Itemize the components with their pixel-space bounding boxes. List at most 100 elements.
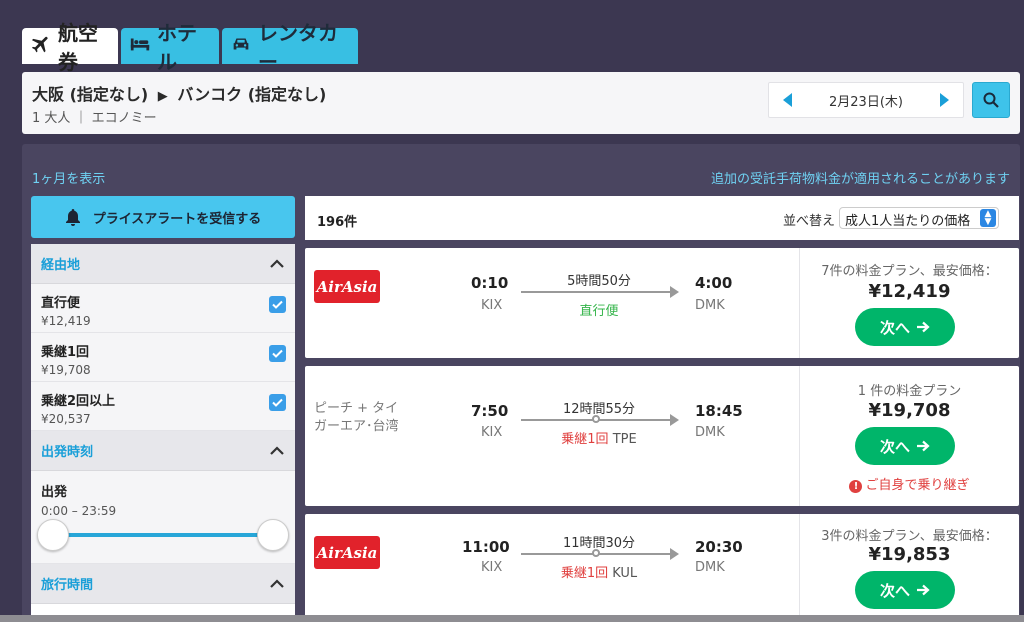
fare-plans: 3件の料金プラン、最安価格：	[821, 529, 998, 544]
result-card[interactable]: AirAsia 11:00 KIX 11時間30分 乗継1回 KUL 20:30…	[305, 514, 1019, 622]
arrival-airport: DMK	[695, 560, 725, 575]
arrival-time: 18:45	[695, 402, 743, 420]
route-title[interactable]: 大阪 (指定なし) ▶ バンコク (指定なし)	[32, 81, 326, 105]
caret-left-icon	[783, 93, 792, 107]
chevron-up-icon	[270, 258, 284, 268]
filter-one-stop-checkbox[interactable]	[269, 345, 286, 362]
next-button[interactable]: 次へ	[855, 308, 955, 346]
chevron-up-icon	[270, 578, 284, 588]
bell-icon	[65, 209, 80, 226]
tab-car-rental-label: レンタカー	[258, 21, 338, 74]
filter-one-stop-label: 乗継1回	[41, 345, 90, 360]
result-card[interactable]: AirAsia 0:10 KIX 5時間50分 直行便 4:00 DMK 7件の…	[305, 248, 1019, 358]
arrow-right-icon	[670, 286, 679, 298]
prev-date-button[interactable]	[769, 83, 805, 117]
filter-direct-label: 直行便	[41, 296, 81, 311]
next-button[interactable]: 次へ	[855, 427, 955, 465]
sort-value: 成人1人当たりの価格	[845, 214, 971, 229]
filter-direct-checkbox[interactable]	[269, 296, 286, 313]
next-label: 次へ	[879, 318, 910, 337]
filter-duration-header[interactable]: 旅行時間	[31, 564, 295, 604]
self-transfer-warning[interactable]: ! ご自身で乗り継ぎ	[800, 474, 1019, 493]
filter-sidebar: 経由地 直行便 ¥12,419 乗継1回 ¥19,708 乗継2回以上 ¥20,…	[31, 244, 295, 622]
airasia-logo: AirAsia	[314, 536, 380, 569]
baggage-fee-note[interactable]: 追加の受託手荷物料金が適用されることがあります	[711, 168, 1010, 187]
stops-info: 直行便	[524, 300, 674, 319]
date-value[interactable]: 2月23日(木)	[809, 91, 923, 110]
origin: 大阪 (指定なし)	[32, 85, 149, 104]
next-date-button[interactable]	[927, 83, 963, 117]
filter-duration-title: 旅行時間	[41, 578, 94, 593]
check-icon	[272, 300, 283, 309]
stop-airport: KUL	[612, 566, 638, 581]
window-bottom-edge	[0, 615, 1024, 622]
results-panel: 1ヶ月を表示 追加の受託手荷物料金が適用されることがあります プライスアラートを…	[22, 144, 1020, 622]
filter-stops-header[interactable]: 経由地	[31, 244, 295, 284]
bed-icon	[129, 33, 151, 60]
price: ¥12,419	[868, 281, 951, 302]
flight-duration: 11時間30分	[562, 536, 636, 551]
tab-flights[interactable]: 航空券	[22, 21, 118, 74]
route-arrow-icon: ▶	[157, 89, 168, 104]
arrival-time: 4:00	[695, 274, 733, 292]
stops-text: 乗継1回	[560, 566, 609, 581]
filter-two-plus-stops-label: 乗継2回以上	[41, 394, 116, 409]
top-bar: 航空券 ホテル レンタカー	[0, 0, 1024, 74]
departure-slider-start-handle[interactable]	[37, 519, 69, 551]
stops-text: 直行便	[579, 304, 619, 319]
passenger-class: 1 大人 ｜ エコノミー	[32, 111, 157, 126]
search-icon	[983, 92, 999, 108]
flight-duration: 12時間55分	[562, 402, 636, 417]
filter-one-stop[interactable]: 乗継1回 ¥19,708	[31, 333, 295, 382]
show-month-link[interactable]: 1ヶ月を表示	[32, 168, 105, 187]
filter-departure-header[interactable]: 出発時刻	[31, 431, 295, 471]
check-icon	[272, 398, 283, 407]
results-header: 196件 並べ替え 成人1人当たりの価格 ▲ ▼	[305, 196, 1019, 240]
arrival-time: 20:30	[695, 538, 743, 556]
plane-icon	[30, 33, 52, 60]
departure-time: 11:00	[462, 538, 510, 556]
sort-select[interactable]: 成人1人当たりの価格 ▲ ▼	[839, 207, 999, 229]
filter-two-plus-stops[interactable]: 乗継2回以上 ¥20,537	[31, 382, 295, 431]
departure-airport: KIX	[481, 560, 503, 575]
result-count: 196件	[317, 215, 358, 230]
stop-airport: TPE	[612, 432, 637, 447]
price: ¥19,853	[868, 544, 951, 565]
departure-airport: KIX	[481, 425, 503, 440]
search-button[interactable]	[972, 82, 1010, 118]
filter-direct[interactable]: 直行便 ¥12,419	[31, 284, 295, 333]
filter-two-plus-stops-price: ¥20,537	[41, 412, 91, 426]
price-alert-button[interactable]: プライスアラートを受信する	[31, 196, 295, 238]
next-button[interactable]: 次へ	[855, 571, 955, 609]
departure-time: 7:50	[471, 402, 509, 420]
departure-time: 0:10	[471, 274, 509, 292]
departure-slider-end-handle[interactable]	[257, 519, 289, 551]
fare-plans: 1 件の料金プラン	[857, 384, 962, 399]
filter-two-plus-stops-checkbox[interactable]	[269, 394, 286, 411]
search-summary: 大阪 (指定なし) ▶ バンコク (指定なし) 1 大人 ｜ エコノミー 2月2…	[22, 72, 1020, 134]
arrow-right-icon	[917, 584, 930, 596]
departure-slider-track[interactable]	[53, 533, 273, 537]
price: ¥19,708	[868, 400, 951, 421]
date-picker: 2月23日(木)	[768, 82, 964, 118]
stops-info: 乗継1回 TPE	[524, 428, 674, 447]
tab-hotels-label: ホテル	[157, 21, 197, 74]
arrow-right-icon	[917, 321, 930, 333]
destination: バンコク (指定なし)	[177, 85, 327, 104]
departure-range: 0:00 – 23:59	[41, 504, 117, 518]
tab-flights-label: 航空券	[58, 21, 98, 74]
route-line	[521, 291, 671, 293]
stopover-dot	[592, 549, 600, 557]
warning-text: ご自身で乗り継ぎ	[865, 478, 970, 493]
chevron-up-icon	[270, 445, 284, 455]
departure-time-filter: 出発 0:00 – 23:59	[31, 471, 295, 564]
stops-info: 乗継1回 KUL	[524, 562, 674, 581]
arrow-right-icon	[670, 414, 679, 426]
price-alert-label: プライスアラートを受信する	[92, 211, 262, 227]
tab-car-rental[interactable]: レンタカー	[222, 21, 358, 74]
flight-duration: 5時間50分	[567, 274, 631, 289]
arrival-airport: DMK	[695, 298, 725, 313]
tab-hotels[interactable]: ホテル	[121, 21, 219, 74]
filter-direct-price: ¥12,419	[41, 314, 91, 328]
result-card[interactable]: ピーチ + タイ ガーエア･台湾 7:50 KIX 12時間55分 乗継1回 T…	[305, 366, 1019, 506]
